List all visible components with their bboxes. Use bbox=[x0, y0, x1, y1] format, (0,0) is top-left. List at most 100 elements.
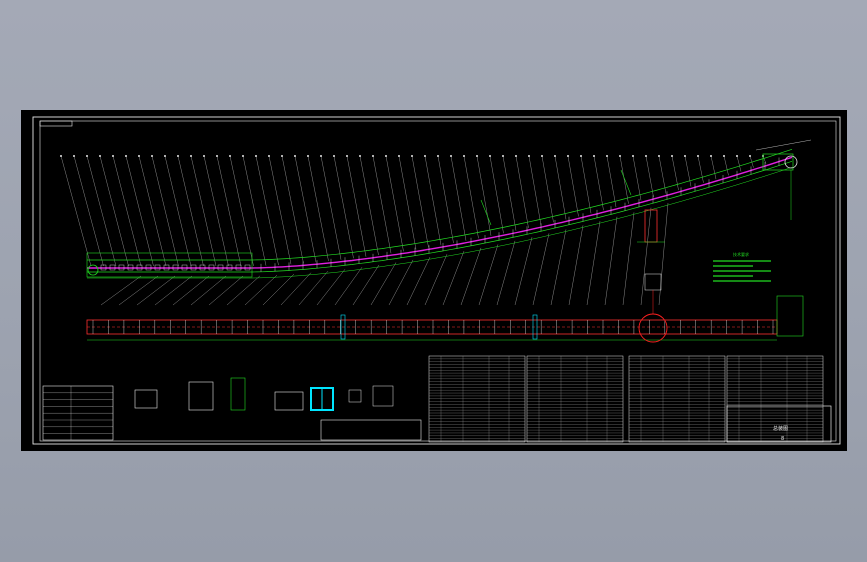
sheet-number: 8 bbox=[781, 436, 784, 442]
callout-dot bbox=[112, 155, 114, 157]
drawing-sheet: 技术要求 总装图 8 bbox=[21, 110, 847, 451]
leader-line bbox=[606, 155, 617, 208]
callout-dot bbox=[398, 155, 400, 157]
callout-dot bbox=[307, 155, 309, 157]
leader-line bbox=[437, 155, 454, 244]
leader-line bbox=[640, 207, 652, 306]
callout-dot bbox=[99, 155, 101, 157]
support-pier bbox=[644, 209, 658, 243]
leader-line bbox=[316, 269, 346, 306]
section-marker bbox=[620, 169, 632, 196]
viewer-canvas: 技术要求 总装图 8 bbox=[0, 0, 867, 562]
callout-dot bbox=[320, 155, 322, 157]
leader-line bbox=[619, 155, 629, 204]
callout-dot bbox=[710, 155, 712, 157]
leader-line bbox=[229, 155, 254, 267]
leader-line bbox=[73, 155, 104, 267]
callout-dot bbox=[528, 155, 530, 157]
leader-line bbox=[622, 212, 635, 306]
leader-line bbox=[632, 155, 642, 201]
callout-dot bbox=[502, 155, 504, 157]
leader-line bbox=[697, 155, 704, 183]
leader-line bbox=[190, 275, 227, 306]
detail-view-f bbox=[348, 389, 362, 403]
leader-line bbox=[550, 229, 567, 306]
callout-dot bbox=[723, 155, 725, 157]
leader-line bbox=[138, 155, 167, 267]
callout-dot bbox=[749, 155, 751, 157]
leader-line bbox=[60, 155, 92, 267]
leader-line bbox=[334, 267, 363, 306]
leader-line bbox=[460, 247, 482, 306]
callout-dot bbox=[736, 155, 738, 157]
parts-list-tables bbox=[42, 355, 824, 443]
tail-pulley-icon bbox=[87, 264, 99, 276]
detail-views bbox=[134, 377, 394, 411]
parts-list-column bbox=[526, 355, 624, 443]
plan-head-frame bbox=[776, 295, 804, 337]
leader-line bbox=[320, 155, 342, 260]
callout-dot bbox=[645, 155, 647, 157]
leader-line bbox=[216, 155, 242, 267]
callout-dot bbox=[385, 155, 387, 157]
leader-line bbox=[352, 264, 380, 306]
callout-dot bbox=[60, 155, 62, 157]
callout-dot bbox=[333, 155, 335, 157]
leader-line bbox=[136, 275, 176, 306]
leader-line bbox=[450, 155, 467, 241]
cad-drawing: 技术要求 总装图 8 bbox=[32, 116, 841, 445]
technical-notes: 技术要求 bbox=[713, 251, 771, 282]
callout-dot bbox=[567, 155, 569, 157]
leader-line bbox=[532, 233, 550, 306]
callout-dot bbox=[554, 155, 556, 157]
callout-dot bbox=[437, 155, 439, 157]
leader-line bbox=[298, 271, 329, 306]
notes-title: 技术要求 bbox=[733, 251, 749, 257]
leader-line bbox=[294, 155, 317, 263]
leader-line bbox=[154, 275, 193, 306]
code-box bbox=[39, 120, 73, 127]
detail-view-g bbox=[372, 385, 394, 407]
leader-line bbox=[406, 257, 431, 306]
leader-line bbox=[242, 155, 267, 266]
leader-line bbox=[567, 155, 579, 217]
leader-line bbox=[385, 155, 404, 252]
callout-dot bbox=[424, 155, 426, 157]
callout-dot bbox=[138, 155, 140, 157]
callout-dot bbox=[489, 155, 491, 157]
callout-dot bbox=[359, 155, 361, 157]
leader-line bbox=[398, 155, 417, 250]
callout-dot bbox=[632, 155, 634, 157]
callout-dot bbox=[463, 155, 465, 157]
leader-line bbox=[710, 155, 717, 180]
leader-line bbox=[580, 155, 592, 214]
callout-dot bbox=[684, 155, 686, 157]
callout-dot bbox=[151, 155, 153, 157]
leader-line bbox=[112, 155, 142, 267]
callout-dot bbox=[476, 155, 478, 157]
leader-line bbox=[478, 244, 499, 306]
callout-dot bbox=[346, 155, 348, 157]
leader-line bbox=[514, 237, 533, 306]
leader-line bbox=[164, 155, 192, 267]
leader-line bbox=[86, 155, 117, 267]
callout-dot bbox=[411, 155, 413, 157]
callout-dot bbox=[242, 155, 244, 157]
callout-dot bbox=[255, 155, 257, 157]
detail-view-c bbox=[230, 377, 246, 411]
leader-line bbox=[424, 155, 442, 246]
leader-line bbox=[658, 203, 669, 306]
leader-line bbox=[476, 155, 492, 236]
callout-dot bbox=[515, 155, 517, 157]
callout-dot bbox=[593, 155, 595, 157]
callout-dot bbox=[125, 155, 127, 157]
leader-line bbox=[244, 275, 278, 306]
leader-line bbox=[118, 275, 159, 306]
callout-dot bbox=[619, 155, 621, 157]
leader-line bbox=[177, 155, 204, 267]
leader-line bbox=[372, 155, 392, 254]
parts-list-column bbox=[428, 355, 526, 443]
small-table bbox=[320, 419, 422, 441]
leader-line bbox=[463, 155, 479, 239]
leader-line bbox=[442, 251, 465, 306]
